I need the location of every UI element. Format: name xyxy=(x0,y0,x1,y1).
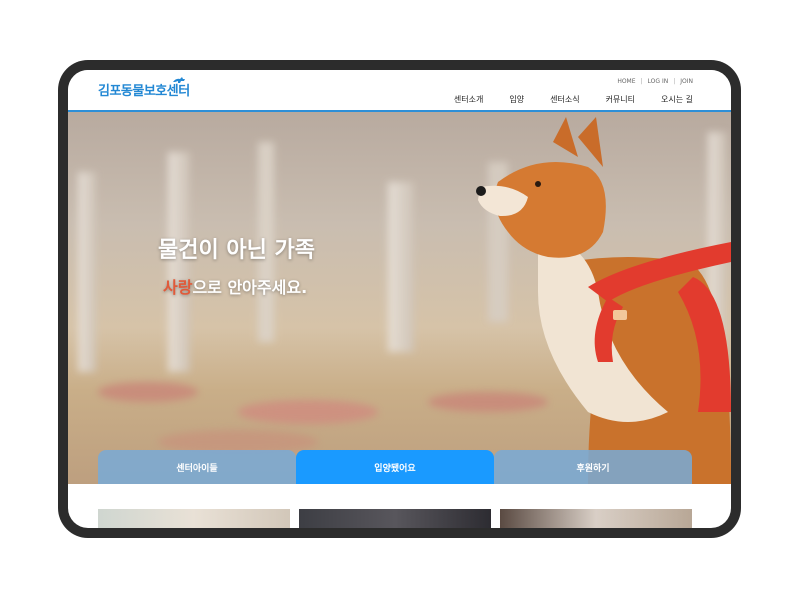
hero-title: 물건이 아닌 가족 xyxy=(158,238,315,263)
tablet-screen: 김포동물보호센터 HOME | LOG IN | JOIN 센터소개 입양 센터… xyxy=(68,70,731,528)
tab-donate[interactable]: 후원하기 xyxy=(494,450,692,484)
nav-item-news[interactable]: 센터소식 xyxy=(550,94,579,105)
divider: | xyxy=(673,78,676,85)
quick-tabs: 센터아이들 입양됐어요 후원하기 xyxy=(98,450,692,484)
shiba-dog xyxy=(476,117,731,484)
nav-item-directions[interactable]: 오시는 길 xyxy=(661,94,693,105)
hero-subtitle-rest: 으로 안아주세요. xyxy=(192,278,308,297)
main-nav: 센터소개 입양 센터소식 커뮤니티 오시는 길 xyxy=(428,94,693,105)
tab-adopted[interactable]: 입양됐어요 xyxy=(296,450,494,484)
divider: | xyxy=(640,78,643,85)
home-link[interactable]: HOME xyxy=(617,78,635,85)
join-link[interactable]: JOIN xyxy=(680,78,693,85)
nav-item-about[interactable]: 센터소개 xyxy=(454,94,483,105)
login-link[interactable]: LOG IN xyxy=(648,78,669,85)
hero-subtitle: 사랑으로 안아주세요. xyxy=(163,274,307,298)
tab-center-animals[interactable]: 센터아이들 xyxy=(98,450,296,484)
hero-background xyxy=(78,117,731,484)
thumbnail-3[interactable] xyxy=(500,509,692,528)
site-header: 김포동물보호센터 HOME | LOG IN | JOIN 센터소개 입양 센터… xyxy=(68,70,731,112)
thumbnail-1[interactable] xyxy=(98,509,290,528)
hero-banner: 물건이 아닌 가족 사랑으로 안아주세요. xyxy=(68,112,731,484)
dog-logo-icon xyxy=(173,77,185,83)
thumbnail-row xyxy=(98,509,692,528)
nav-item-community[interactable]: 커뮤니티 xyxy=(606,94,635,105)
tablet-frame: 김포동물보호센터 HOME | LOG IN | JOIN 센터소개 입양 센터… xyxy=(58,60,741,538)
thumbnail-2[interactable] xyxy=(299,509,491,528)
nav-item-adoption[interactable]: 입양 xyxy=(509,94,524,105)
utility-links: HOME | LOG IN | JOIN xyxy=(617,78,693,85)
hero-subtitle-accent: 사랑 xyxy=(163,278,193,297)
